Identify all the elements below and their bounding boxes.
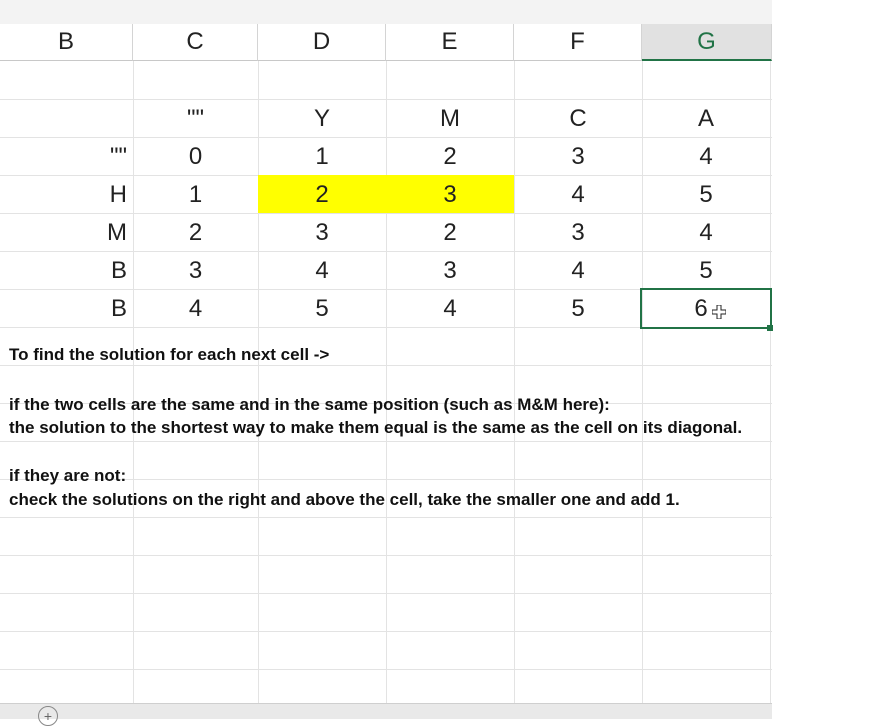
column-header-f[interactable]: F (514, 24, 642, 61)
gridline (0, 593, 772, 594)
right-blank-area (772, 0, 880, 718)
row-label[interactable]: B (0, 290, 133, 327)
gridline (0, 517, 772, 518)
note-line-3: the solution to the shortest way to make… (9, 418, 743, 437)
table-cell[interactable]: 4 (258, 252, 386, 289)
table-cell[interactable]: 4 (514, 252, 642, 289)
gridline (0, 441, 772, 442)
table-cell[interactable]: 3 (386, 252, 514, 289)
note-line-2: if the two cells are the same and in the… (9, 395, 610, 414)
note-line-5: check the solutions on the right and abo… (9, 490, 680, 509)
table-cell[interactable]: 5 (642, 252, 770, 289)
column-header-b[interactable]: B (0, 24, 133, 61)
table-cell[interactable]: 2 (258, 176, 386, 213)
table-cell[interactable]: 4 (133, 290, 258, 327)
table-cell[interactable]: 2 (386, 138, 514, 175)
row-label[interactable]: B (0, 252, 133, 289)
column-header-d[interactable]: D (258, 24, 386, 61)
table-cell[interactable]: 4 (386, 290, 514, 327)
row-label[interactable]: "" (0, 138, 133, 175)
table-cell[interactable]: 5 (642, 176, 770, 213)
header-cell-c[interactable]: C (514, 100, 642, 137)
formula-bar-strip (0, 0, 772, 25)
table-cell[interactable]: 0 (133, 138, 258, 175)
row-label[interactable]: H (0, 176, 133, 213)
sheet-tab-bar (0, 703, 772, 719)
gridline (0, 631, 772, 632)
header-cell-empty-string[interactable]: "" (133, 100, 258, 137)
fill-handle[interactable] (767, 325, 773, 331)
table-cell[interactable]: 3 (386, 176, 514, 213)
header-cell-a[interactable]: A (642, 100, 770, 137)
table-cell[interactable]: 4 (642, 138, 770, 175)
table-cell[interactable]: 2 (386, 214, 514, 251)
column-header-g[interactable]: G (642, 24, 772, 61)
table-cell[interactable]: 3 (133, 252, 258, 289)
table-cell[interactable]: 1 (258, 138, 386, 175)
column-header-e[interactable]: E (386, 24, 514, 61)
table-cell[interactable]: 2 (133, 214, 258, 251)
plus-circle-icon[interactable]: + (38, 706, 58, 726)
table-cell[interactable]: 4 (514, 176, 642, 213)
table-cell[interactable]: 3 (514, 138, 642, 175)
table-cell[interactable]: 5 (514, 290, 642, 327)
table-cell[interactable]: 3 (514, 214, 642, 251)
gridline (0, 365, 772, 366)
table-cell[interactable]: 5 (258, 290, 386, 327)
gridline (770, 61, 771, 703)
table-cell[interactable]: 1 (133, 176, 258, 213)
gridline (0, 555, 772, 556)
note-line-4: if they are not: (9, 466, 127, 485)
note-line-1: To find the solution for each next cell … (9, 345, 330, 364)
header-cell-y[interactable]: Y (258, 100, 386, 137)
active-cell-border (640, 288, 772, 329)
row-label[interactable]: M (0, 214, 133, 251)
column-header-c[interactable]: C (133, 24, 258, 61)
gridline (0, 669, 772, 670)
spreadsheet: B C D E F G "" Y M C A "" 0 1 2 3 4 H 1 … (0, 0, 880, 726)
table-cell[interactable]: 3 (258, 214, 386, 251)
table-cell[interactable]: 4 (642, 214, 770, 251)
cell-select-cursor-icon (712, 305, 726, 319)
header-cell-m[interactable]: M (386, 100, 514, 137)
